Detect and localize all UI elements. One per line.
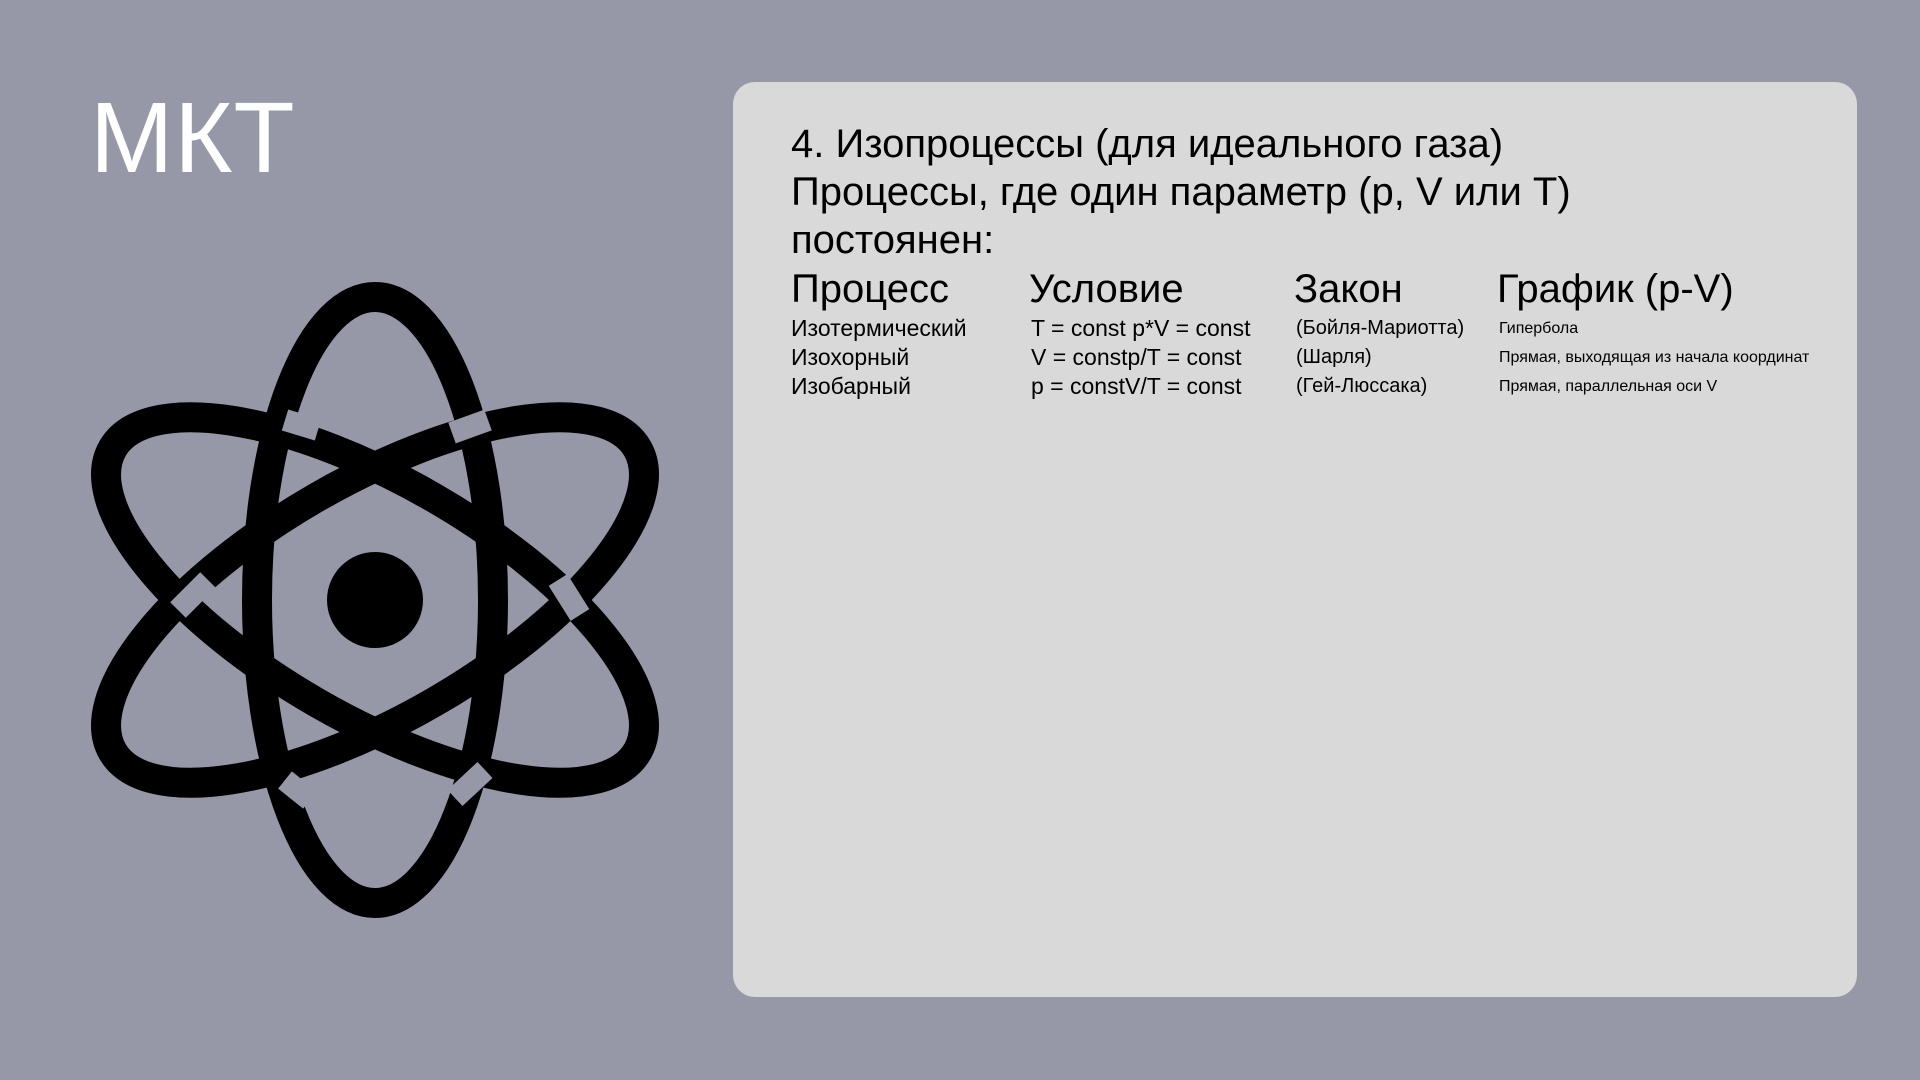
table-row: Изохорный V = constp/T = const (Шарля) П… xyxy=(791,343,1837,372)
condition-cell: V = constp/T = const xyxy=(1031,344,1242,370)
atom-icon xyxy=(60,280,690,920)
table-row: Изотермический T = const p*V = const (Бо… xyxy=(791,314,1837,343)
law-cell: (Шарля) xyxy=(1296,346,1372,368)
graph-cell: Прямая, параллельная оси V xyxy=(1499,378,1718,395)
isoprocess-table: Процесс Условие Закон График (p-V) Изоте… xyxy=(791,264,1837,401)
process-cell: Изобарный xyxy=(791,373,911,399)
content-card: 4. Изопроцессы (для идеального газа) Про… xyxy=(733,82,1857,997)
process-cell: Изотермический xyxy=(791,315,967,341)
header-graph: График (p-V) xyxy=(1497,267,1734,311)
condition-cell: T = const p*V = const xyxy=(1031,315,1251,341)
table-row: Изобарный p = constV/T = const (Гей-Люсс… xyxy=(791,372,1837,401)
law-cell: (Гей-Люссака) xyxy=(1296,375,1428,397)
condition-cell: p = constV/T = const xyxy=(1031,373,1242,399)
header-law: Закон xyxy=(1294,267,1403,311)
description-line: Процессы, где один параметр (p, V или T) xyxy=(791,170,1571,214)
graph-cell: Прямая, выходящая из начала координат xyxy=(1499,349,1810,366)
section-heading: 4. Изопроцессы (для идеального газа) xyxy=(791,122,1504,166)
process-cell: Изохорный xyxy=(791,344,910,370)
slide-title: МКТ xyxy=(90,82,296,194)
table-header-row: Процесс Условие Закон График (p-V) xyxy=(791,264,1837,314)
description-line: постоянен: xyxy=(791,218,995,262)
graph-cell: Гипербола xyxy=(1499,320,1579,337)
law-cell: (Бойля-Мариотта) xyxy=(1296,317,1465,339)
header-process: Процесс xyxy=(791,267,949,311)
header-condition: Условие xyxy=(1029,267,1184,311)
